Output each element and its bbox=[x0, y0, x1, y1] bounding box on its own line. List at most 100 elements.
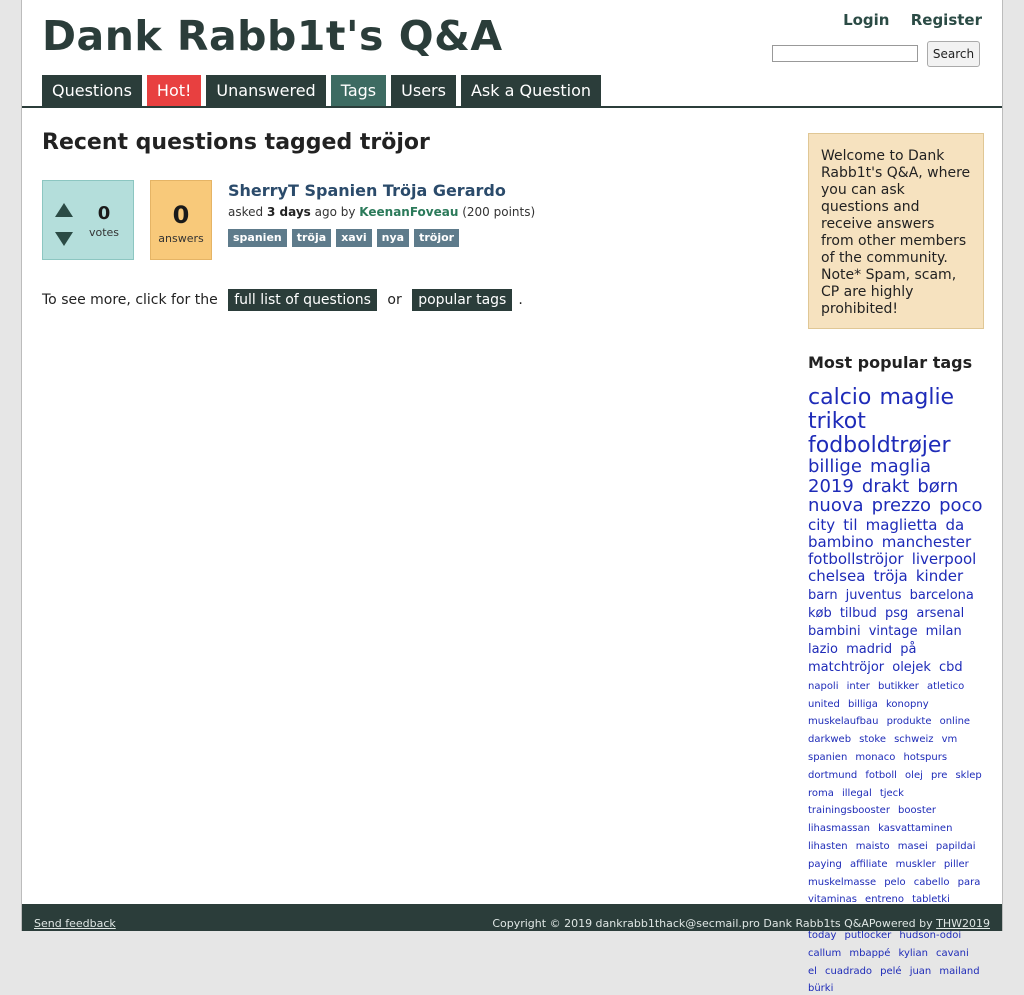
popular-tags-link[interactable]: popular tags bbox=[412, 289, 513, 311]
popular-tag-link[interactable]: barn bbox=[808, 588, 838, 603]
popular-tag-link[interactable]: fodboldtrøjer bbox=[808, 433, 951, 458]
popular-tag-link[interactable]: atletico bbox=[927, 681, 964, 692]
popular-tag-link[interactable]: papildai bbox=[936, 841, 976, 852]
tab-hot[interactable]: Hot! bbox=[146, 75, 202, 107]
popular-tag-link[interactable]: schweiz bbox=[894, 734, 933, 745]
popular-tag-link[interactable]: trainingsbooster bbox=[808, 805, 890, 816]
tag-troja[interactable]: tröja bbox=[291, 229, 332, 247]
popular-tag-link[interactable]: muskler bbox=[896, 859, 936, 870]
popular-tag-link[interactable]: bürki bbox=[808, 983, 833, 994]
popular-tag-link[interactable]: matchtröjor bbox=[808, 660, 884, 675]
tab-unanswered[interactable]: Unanswered bbox=[206, 75, 326, 107]
login-link[interactable]: Login bbox=[843, 11, 889, 29]
popular-tag-link[interactable]: på bbox=[900, 642, 916, 657]
popular-tag-link[interactable]: juventus bbox=[846, 588, 902, 603]
popular-tag-link[interactable]: arsenal bbox=[916, 606, 964, 621]
popular-tag-link[interactable]: fotbollströjor bbox=[808, 550, 904, 568]
popular-tag-link[interactable]: nuova bbox=[808, 495, 864, 516]
popular-tag-link[interactable]: psg bbox=[885, 606, 908, 621]
popular-tag-link[interactable]: sklep bbox=[955, 770, 981, 781]
popular-tag-link[interactable]: kylian bbox=[899, 948, 928, 959]
popular-tag-link[interactable]: drakt bbox=[862, 476, 909, 497]
popular-tag-link[interactable]: para bbox=[958, 877, 981, 888]
popular-tag-link[interactable]: maglie bbox=[879, 385, 954, 410]
popular-tag-link[interactable]: piller bbox=[944, 859, 969, 870]
popular-tag-link[interactable]: united bbox=[808, 699, 840, 710]
popular-tag-link[interactable]: napoli bbox=[808, 681, 839, 692]
popular-tag-link[interactable]: madrid bbox=[846, 642, 892, 657]
send-feedback-link[interactable]: Send feedback bbox=[34, 917, 116, 930]
powered-by-link[interactable]: THW2019 bbox=[936, 917, 990, 930]
popular-tag-link[interactable]: vintage bbox=[869, 624, 918, 639]
popular-tag-link[interactable]: mailand bbox=[939, 966, 979, 977]
popular-tag-link[interactable]: til bbox=[843, 516, 857, 534]
popular-tag-link[interactable]: prezzo bbox=[872, 495, 931, 516]
popular-tag-link[interactable]: illegal bbox=[842, 788, 872, 799]
tab-users[interactable]: Users bbox=[391, 75, 456, 107]
popular-tag-link[interactable]: muskelaufbau bbox=[808, 716, 878, 727]
popular-tag-link[interactable]: muskelmasse bbox=[808, 877, 876, 888]
popular-tag-link[interactable]: stoke bbox=[859, 734, 886, 745]
popular-tag-link[interactable]: callum bbox=[808, 948, 841, 959]
popular-tag-link[interactable]: lihasten bbox=[808, 841, 848, 852]
popular-tag-link[interactable]: roma bbox=[808, 788, 834, 799]
popular-tag-link[interactable]: hotspurs bbox=[903, 752, 947, 763]
popular-tag-link[interactable]: today bbox=[808, 930, 836, 941]
site-title[interactable]: Dank Rabb1t's Q&A bbox=[42, 12, 503, 60]
popular-tag-link[interactable]: pelo bbox=[884, 877, 905, 888]
popular-tag-link[interactable]: dortmund bbox=[808, 770, 857, 781]
popular-tag-link[interactable]: cabello bbox=[914, 877, 950, 888]
question-title-link[interactable]: SherryT Spanien Tröja Gerardo bbox=[228, 181, 506, 200]
tag-trojor[interactable]: tröjor bbox=[414, 229, 460, 247]
popular-tag-link[interactable]: cbd bbox=[939, 660, 963, 675]
popular-tag-link[interactable]: tilbud bbox=[840, 606, 877, 621]
popular-tag-link[interactable]: da bbox=[946, 516, 965, 534]
popular-tag-link[interactable]: lihasmassan bbox=[808, 823, 870, 834]
popular-tag-link[interactable]: maglia bbox=[870, 456, 931, 477]
popular-tag-link[interactable]: hudson-odoi bbox=[899, 930, 961, 941]
search-input[interactable] bbox=[772, 45, 918, 62]
popular-tag-link[interactable]: calcio bbox=[808, 385, 871, 410]
popular-tag-link[interactable]: kinder bbox=[916, 567, 963, 585]
tag-xavi[interactable]: xavi bbox=[336, 229, 372, 247]
popular-tag-link[interactable]: fotboll bbox=[865, 770, 897, 781]
popular-tag-link[interactable]: bambino bbox=[808, 533, 874, 551]
vote-down-icon[interactable] bbox=[55, 232, 73, 246]
search-button[interactable]: Search bbox=[927, 41, 980, 67]
popular-tag-link[interactable]: paying bbox=[808, 859, 842, 870]
tab-tags[interactable]: Tags bbox=[330, 75, 387, 107]
popular-tag-link[interactable]: affiliate bbox=[850, 859, 888, 870]
popular-tag-link[interactable]: tjeck bbox=[880, 788, 904, 799]
popular-tag-link[interactable]: pelé bbox=[880, 966, 901, 977]
popular-tag-link[interactable]: pre bbox=[931, 770, 947, 781]
popular-tag-link[interactable]: booster bbox=[898, 805, 936, 816]
popular-tag-link[interactable]: olejek bbox=[892, 660, 931, 675]
popular-tag-link[interactable]: køb bbox=[808, 606, 832, 621]
popular-tag-link[interactable]: spanien bbox=[808, 752, 847, 763]
tab-questions[interactable]: Questions bbox=[42, 75, 142, 107]
popular-tag-link[interactable]: maisto bbox=[856, 841, 890, 852]
popular-tag-link[interactable]: masei bbox=[898, 841, 928, 852]
popular-tag-link[interactable]: darkweb bbox=[808, 734, 851, 745]
popular-tag-link[interactable]: butikker bbox=[878, 681, 919, 692]
popular-tag-link[interactable]: liverpool bbox=[912, 550, 977, 568]
popular-tag-link[interactable]: mbappé bbox=[849, 948, 890, 959]
popular-tag-link[interactable]: billige bbox=[808, 456, 862, 477]
popular-tag-link[interactable]: kasvattaminen bbox=[878, 823, 952, 834]
popular-tag-link[interactable]: city bbox=[808, 516, 835, 534]
popular-tag-link[interactable]: børn bbox=[917, 476, 958, 497]
popular-tag-link[interactable]: olej bbox=[905, 770, 923, 781]
popular-tag-link[interactable]: barcelona bbox=[910, 588, 974, 603]
popular-tag-link[interactable]: monaco bbox=[855, 752, 895, 763]
full-list-link[interactable]: full list of questions bbox=[228, 289, 377, 311]
author-link[interactable]: KeenanFoveau bbox=[359, 205, 458, 219]
popular-tag-link[interactable]: maglietta bbox=[866, 516, 938, 534]
popular-tag-link[interactable]: konopny bbox=[886, 699, 929, 710]
popular-tag-link[interactable]: milan bbox=[926, 624, 962, 639]
popular-tag-link[interactable]: 2019 bbox=[808, 476, 854, 497]
popular-tag-link[interactable]: billiga bbox=[848, 699, 878, 710]
popular-tag-link[interactable]: juan bbox=[910, 966, 932, 977]
popular-tag-link[interactable]: cuadrado bbox=[825, 966, 872, 977]
popular-tag-link[interactable]: lazio bbox=[808, 642, 838, 657]
popular-tag-link[interactable]: produkte bbox=[887, 716, 932, 727]
